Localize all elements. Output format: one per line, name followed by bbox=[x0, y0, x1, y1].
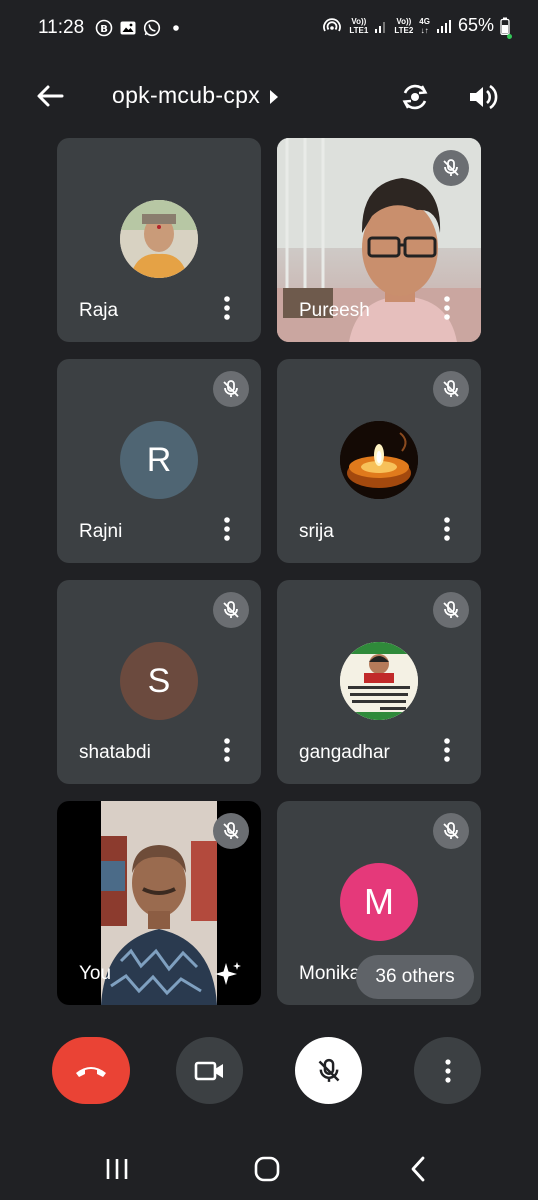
mic-off-indicator bbox=[213, 813, 249, 849]
microphone-button[interactable] bbox=[295, 1037, 362, 1104]
avatar bbox=[340, 421, 418, 499]
mic-off-icon bbox=[443, 159, 459, 176]
mic-off-icon bbox=[443, 380, 459, 397]
participant-name: Monika bbox=[299, 963, 361, 984]
whatsapp-icon bbox=[143, 19, 161, 37]
participant-name: gangadhar bbox=[299, 742, 390, 763]
participant-name: Pureesh bbox=[299, 300, 370, 321]
avatar: S bbox=[120, 642, 198, 720]
privacy-indicator bbox=[507, 34, 512, 39]
more-vert-icon[interactable] bbox=[435, 294, 459, 322]
hotspot-icon bbox=[323, 17, 342, 31]
mic-off-indicator bbox=[433, 371, 469, 407]
camera-button[interactable] bbox=[176, 1037, 243, 1104]
mic-off-indicator bbox=[213, 371, 249, 407]
back-arrow-icon[interactable] bbox=[32, 80, 68, 112]
b-icon: B bbox=[95, 19, 113, 37]
mic-off-icon bbox=[223, 601, 239, 618]
others-count-button[interactable]: 36 others bbox=[356, 955, 474, 999]
self-video-frame bbox=[101, 801, 217, 1005]
mic-off-indicator bbox=[433, 813, 469, 849]
avatar bbox=[120, 200, 198, 278]
app-bar: opk-mcub-cpx bbox=[0, 70, 538, 122]
signal-icon-2 bbox=[436, 19, 451, 33]
participant-tile[interactable]: srija bbox=[277, 359, 481, 563]
mic-off-indicator bbox=[433, 150, 469, 186]
participant-name: shatabdi bbox=[79, 742, 151, 763]
mic-off-indicator bbox=[213, 592, 249, 628]
more-vert-icon[interactable] bbox=[435, 736, 459, 764]
candle-photo bbox=[340, 421, 418, 499]
meeting-title[interactable]: opk-mcub-cpx bbox=[112, 82, 279, 109]
battery-icon bbox=[500, 17, 510, 35]
caret-right-icon bbox=[270, 89, 279, 104]
home-icon bbox=[254, 1156, 280, 1182]
mic-off-icon bbox=[443, 601, 459, 618]
more-vert-icon[interactable] bbox=[435, 515, 459, 543]
mic-off-icon bbox=[223, 380, 239, 397]
back-button[interactable] bbox=[398, 1154, 438, 1184]
participant-tile[interactable]: R Rajni bbox=[57, 359, 261, 563]
end-call-button[interactable] bbox=[52, 1037, 130, 1104]
nav-back-icon bbox=[411, 1156, 425, 1182]
participant-name: Raja bbox=[79, 300, 119, 321]
participant-tile[interactable]: S shatabdi bbox=[57, 580, 261, 784]
more-options-button[interactable] bbox=[414, 1037, 481, 1104]
camera-icon bbox=[194, 1061, 223, 1080]
self-view-tile[interactable]: You bbox=[57, 801, 261, 1005]
mic-off-icon bbox=[223, 822, 239, 839]
participant-tile[interactable]: Raja bbox=[57, 138, 261, 342]
speaker-icon[interactable] bbox=[465, 80, 499, 114]
recents-icon bbox=[106, 1159, 128, 1179]
lte1-label: Vo)) LTE1 bbox=[349, 16, 369, 35]
system-nav-bar bbox=[0, 1136, 538, 1200]
avatar: M bbox=[340, 863, 418, 941]
net-type: 4G ↓↑ bbox=[419, 16, 430, 35]
svg-text:B: B bbox=[100, 24, 108, 35]
mic-off-icon bbox=[443, 822, 459, 839]
poster-photo bbox=[340, 642, 418, 720]
battery-percent: 65% bbox=[457, 15, 494, 35]
recents-button[interactable] bbox=[97, 1154, 137, 1184]
more-vert-icon bbox=[444, 1058, 451, 1083]
status-time: 11:28 bbox=[38, 17, 85, 38]
status-right: Vo)) LTE1 Vo)) LTE2 4G ↓↑ 65% bbox=[321, 15, 510, 36]
participant-name: srija bbox=[299, 521, 334, 542]
notification-icons: B bbox=[95, 19, 185, 37]
participant-name: You bbox=[79, 963, 112, 984]
avatar: R bbox=[120, 421, 198, 499]
sparkle-effects-icon[interactable] bbox=[213, 959, 243, 989]
more-vert-icon[interactable] bbox=[215, 515, 239, 543]
lte2-label: Vo)) LTE2 bbox=[394, 16, 414, 35]
meeting-code: opk-mcub-cpx bbox=[112, 82, 261, 108]
avatar bbox=[340, 642, 418, 720]
avatar-photo-raja bbox=[120, 200, 198, 278]
more-vert-icon[interactable] bbox=[215, 736, 239, 764]
participant-tile[interactable]: gangadhar bbox=[277, 580, 481, 784]
more-vert-icon[interactable] bbox=[215, 294, 239, 322]
home-button[interactable] bbox=[247, 1154, 287, 1184]
dot-icon bbox=[173, 25, 179, 31]
signal-icon bbox=[375, 21, 386, 33]
end-call-icon bbox=[76, 1066, 106, 1077]
self-video-feed bbox=[101, 801, 217, 1005]
status-bar: 11:28 B Vo)) LTE1 Vo)) LTE2 4G ↓↑ 65% bbox=[0, 0, 538, 56]
mic-off-indicator bbox=[433, 592, 469, 628]
gallery-icon bbox=[120, 21, 136, 35]
participant-tile[interactable]: Pureesh bbox=[277, 138, 481, 342]
participant-name: Rajni bbox=[79, 521, 123, 542]
mic-off-icon bbox=[318, 1058, 339, 1082]
switch-camera-icon[interactable] bbox=[398, 80, 432, 114]
